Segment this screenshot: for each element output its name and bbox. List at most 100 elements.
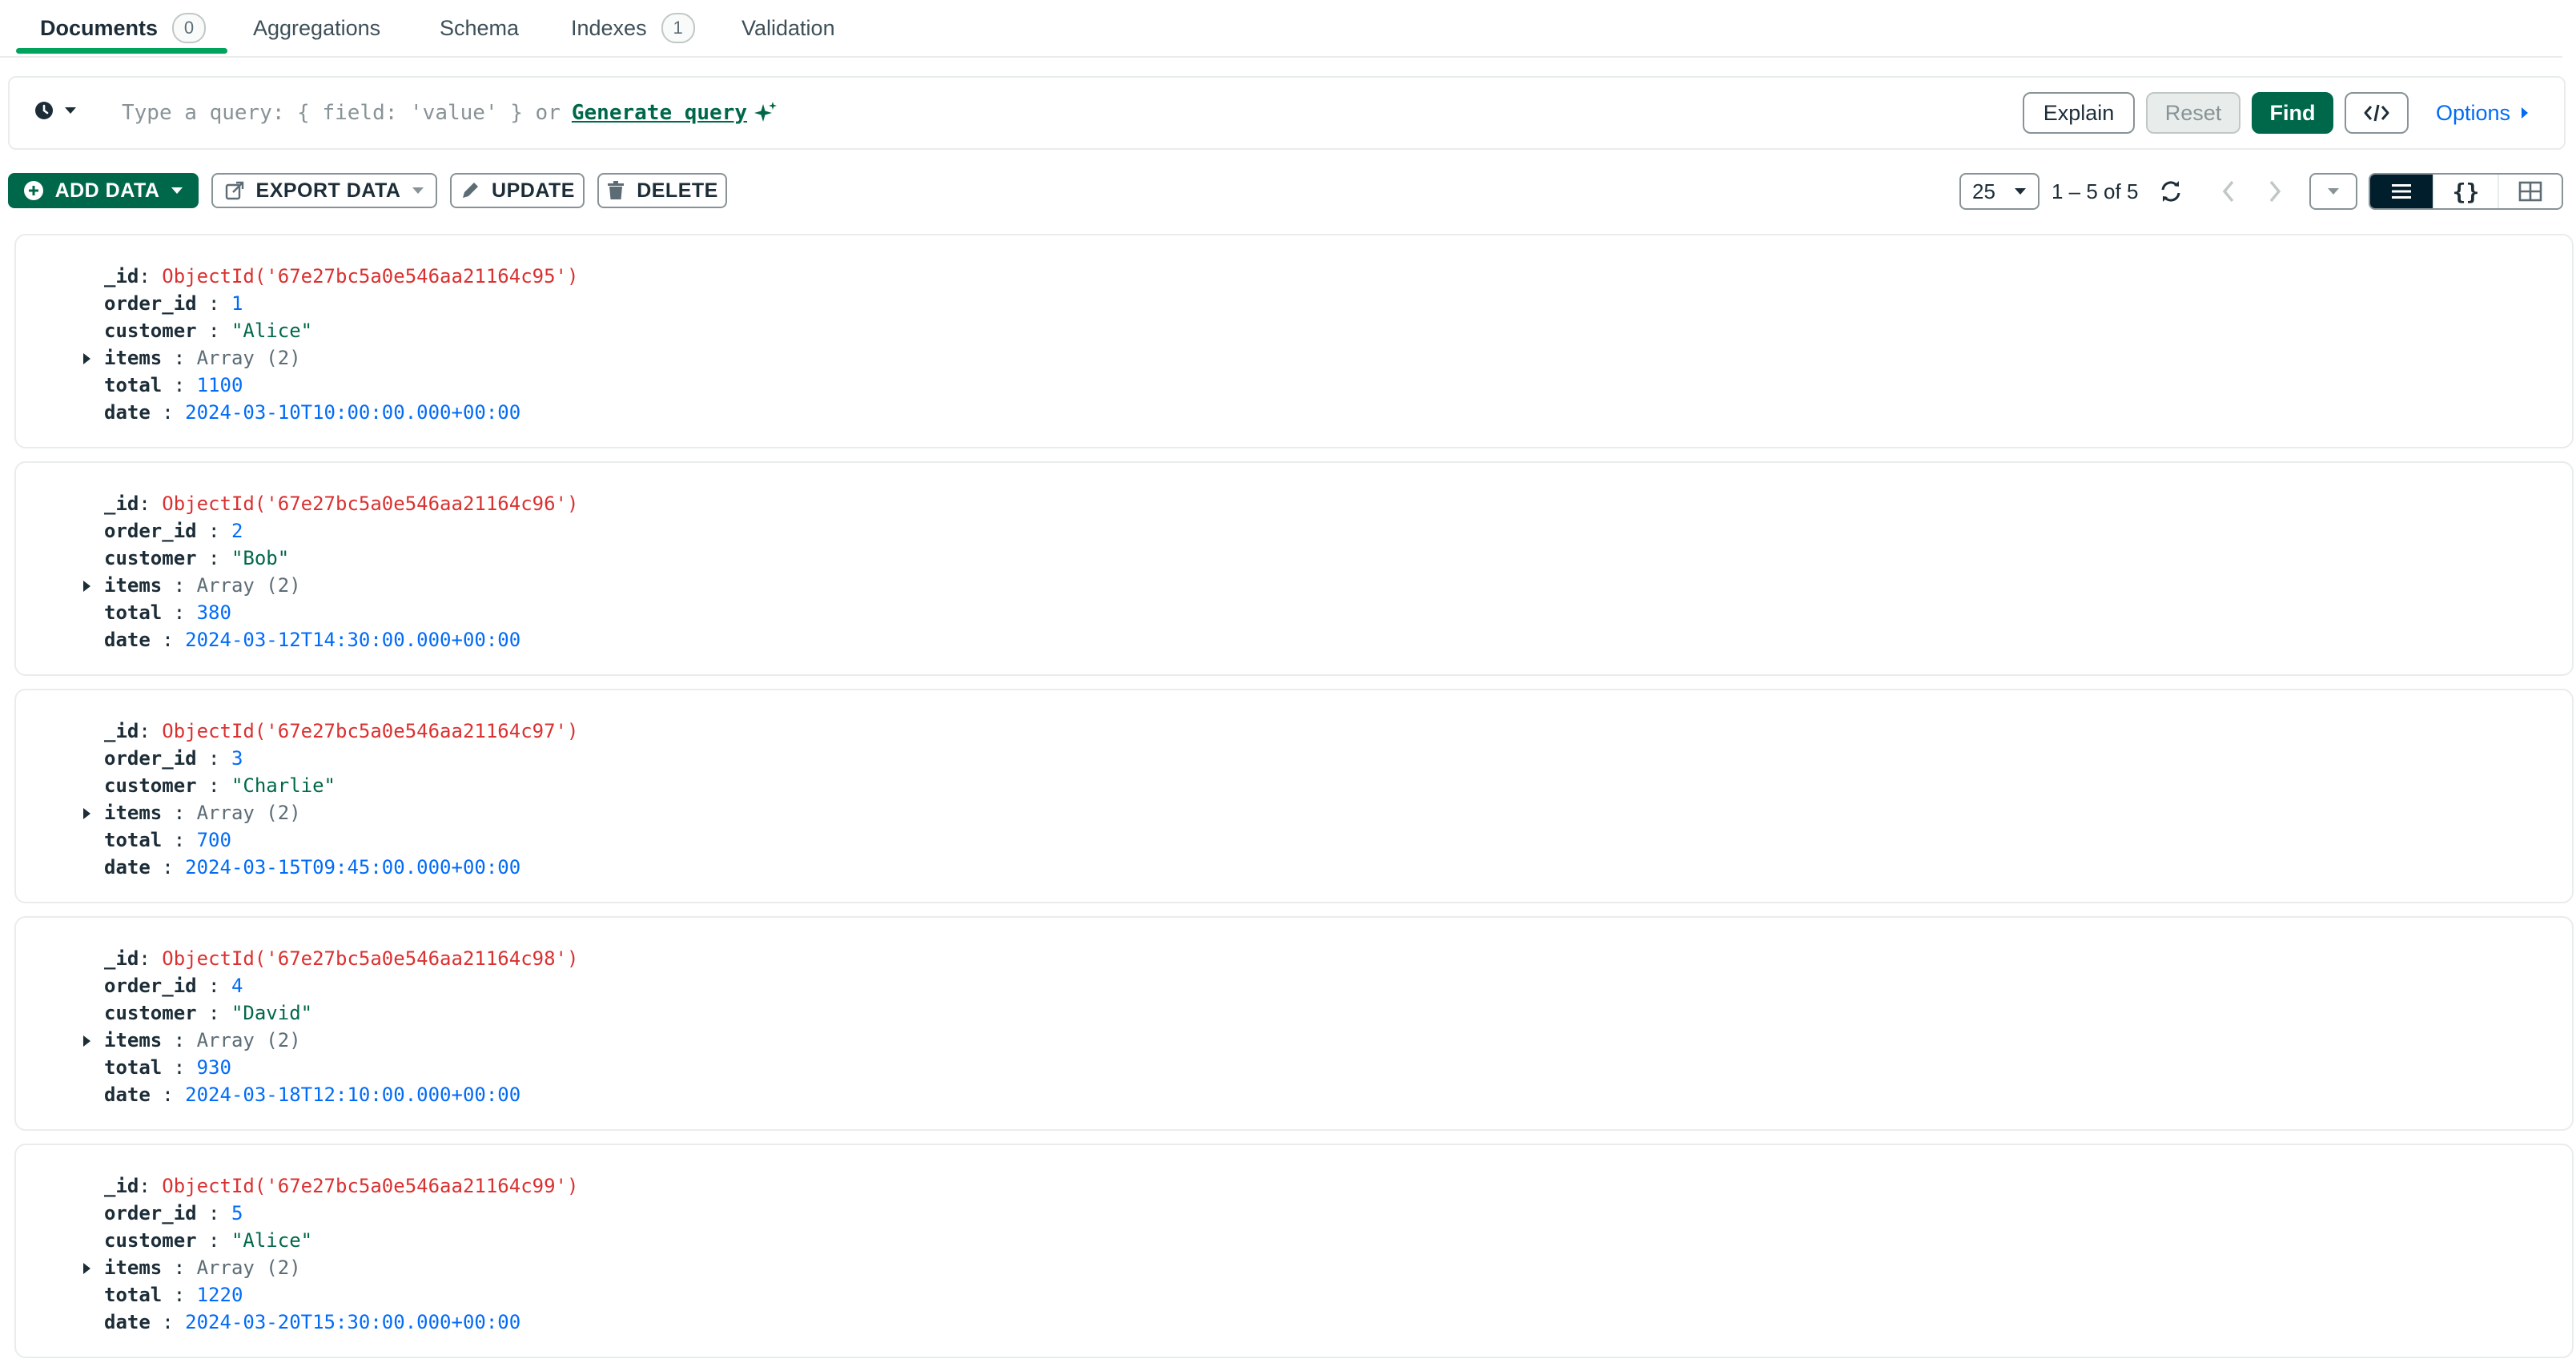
field-value-string: "Bob" <box>231 547 290 569</box>
query-history-button[interactable] <box>34 100 77 121</box>
expand-caret-icon[interactable] <box>83 1263 90 1274</box>
field-value-array: Array (2) <box>196 1029 301 1051</box>
document-card[interactable]: _id: ObjectId('67e27bc5a0e546aa21164c96'… <box>14 461 2574 676</box>
explain-label: Explain <box>2043 100 2115 125</box>
field-value-date: 2024-03-18T12:10:00.000+00:00 <box>185 1084 521 1106</box>
field-key: order_id <box>104 975 197 997</box>
field-key: date <box>104 401 151 424</box>
tab-schema[interactable]: Schema <box>440 0 519 56</box>
plus-circle-icon <box>23 181 43 200</box>
document-card[interactable]: _id: ObjectId('67e27bc5a0e546aa21164c98'… <box>14 916 2574 1131</box>
field-key: _id <box>104 493 139 515</box>
field-key: _id <box>104 1175 139 1197</box>
field-row-customer: customer : "David" <box>104 1002 313 1024</box>
caret-right-icon <box>2522 107 2529 119</box>
tab-validation-label: Validation <box>741 15 835 40</box>
page-size-value: 25 <box>1972 179 1995 203</box>
field-value-array: Array (2) <box>196 802 301 824</box>
field-value-number: 5 <box>231 1202 243 1224</box>
field-key: order_id <box>104 520 197 542</box>
field-row-total: total : 930 <box>104 1056 231 1079</box>
tab-indexes[interactable]: Indexes 1 <box>571 0 695 56</box>
field-value-number: 930 <box>196 1056 231 1079</box>
expand-caret-icon[interactable] <box>83 1035 90 1047</box>
field-key: customer <box>104 547 197 569</box>
explain-button[interactable]: Explain <box>2023 92 2135 134</box>
find-button[interactable]: Find <box>2252 92 2333 134</box>
refresh-button[interactable] <box>2152 173 2189 210</box>
field-row-date: date : 2024-03-15T09:45:00.000+00:00 <box>104 856 521 879</box>
document-card[interactable]: _id: ObjectId('67e27bc5a0e546aa21164c97'… <box>14 689 2574 903</box>
code-export-button[interactable] <box>2345 92 2409 134</box>
generate-query-link[interactable]: Generate query <box>572 101 747 125</box>
field-key: order_id <box>104 292 197 315</box>
field-key: _id <box>104 265 139 287</box>
expand-caret-icon[interactable] <box>83 808 90 819</box>
active-tab-indicator <box>16 48 227 54</box>
chevron-down-icon <box>65 107 76 114</box>
add-data-button[interactable]: ADD DATA <box>8 173 199 208</box>
field-key: _id <box>104 947 139 970</box>
clock-icon <box>35 102 53 119</box>
document-card[interactable]: _id: ObjectId('67e27bc5a0e546aa21164c99'… <box>14 1144 2574 1358</box>
field-value-string: "Alice" <box>231 1229 313 1252</box>
field-value-date: 2024-03-20T15:30:00.000+00:00 <box>185 1311 521 1333</box>
field-key: customer <box>104 1002 197 1024</box>
field-key: date <box>104 1084 151 1106</box>
expand-caret-icon[interactable] <box>83 581 90 592</box>
chevron-right-icon <box>2269 180 2281 203</box>
list-icon <box>2392 184 2412 199</box>
field-key: items <box>104 802 163 824</box>
field-row-id: _id: ObjectId('67e27bc5a0e546aa21164c95'… <box>104 265 579 287</box>
expand-caret-icon[interactable] <box>83 353 90 364</box>
tab-documents-label: Documents <box>40 15 159 40</box>
chevron-down-icon <box>2328 188 2339 195</box>
field-row-order-id: order_id : 4 <box>104 975 243 997</box>
indexes-count-badge: 1 <box>661 13 695 43</box>
field-row-date: date : 2024-03-18T12:10:00.000+00:00 <box>104 1084 521 1106</box>
field-row-order-id: order_id : 5 <box>104 1202 243 1224</box>
sparkle-icon <box>754 102 778 122</box>
field-row-customer: customer : "Charlie" <box>104 774 336 797</box>
expand-options-button[interactable] <box>2309 173 2357 210</box>
next-page-button[interactable] <box>2257 173 2293 210</box>
field-row-id: _id: ObjectId('67e27bc5a0e546aa21164c98'… <box>104 947 579 970</box>
options-toggle[interactable]: Options <box>2436 92 2530 134</box>
tab-validation[interactable]: Validation <box>741 0 835 56</box>
tab-aggregations[interactable]: Aggregations <box>253 0 380 56</box>
previous-page-button[interactable] <box>2210 173 2247 210</box>
document-card[interactable]: _id: ObjectId('67e27bc5a0e546aa21164c95'… <box>14 234 2574 448</box>
delete-button[interactable]: DELETE <box>597 173 727 208</box>
field-row-items: items : Array (2) <box>83 344 578 372</box>
options-label: Options <box>2436 100 2511 125</box>
field-value-number: 1100 <box>196 374 243 396</box>
list-view-button[interactable] <box>2370 175 2433 208</box>
field-value-objectid: ObjectId('67e27bc5a0e546aa21164c97') <box>162 720 579 742</box>
field-row-id: _id: ObjectId('67e27bc5a0e546aa21164c97'… <box>104 720 579 742</box>
chevron-left-icon <box>2222 180 2234 203</box>
field-value-number: 700 <box>196 829 231 851</box>
field-value-objectid: ObjectId('67e27bc5a0e546aa21164c95') <box>162 265 579 287</box>
table-icon <box>2518 181 2542 202</box>
field-key: total <box>104 1284 163 1306</box>
pagination-range: 1 – 5 of 5 <box>2052 179 2139 203</box>
field-key: order_id <box>104 747 197 770</box>
trash-icon <box>608 181 625 199</box>
field-key: date <box>104 1311 151 1333</box>
json-view-button[interactable]: {} <box>2433 175 2497 208</box>
table-view-button[interactable] <box>2497 175 2562 208</box>
reset-button[interactable]: Reset <box>2146 92 2240 134</box>
update-button[interactable]: UPDATE <box>450 173 585 208</box>
query-input[interactable]: Type a query: { field: 'value' } or Gene… <box>122 92 1963 134</box>
field-key: items <box>104 347 163 369</box>
tab-indexes-label: Indexes <box>571 15 647 40</box>
export-data-button[interactable]: EXPORT DATA <box>211 173 437 208</box>
field-key: _id <box>104 720 139 742</box>
field-row-total: total : 1220 <box>104 1284 243 1306</box>
field-row-date: date : 2024-03-10T10:00:00.000+00:00 <box>104 401 521 424</box>
page-size-select[interactable]: 25 <box>1959 173 2040 210</box>
field-value-number: 380 <box>196 601 231 624</box>
field-row-date: date : 2024-03-12T14:30:00.000+00:00 <box>104 629 521 651</box>
field-key: date <box>104 856 151 879</box>
field-row-id: _id: ObjectId('67e27bc5a0e546aa21164c96'… <box>104 493 579 515</box>
